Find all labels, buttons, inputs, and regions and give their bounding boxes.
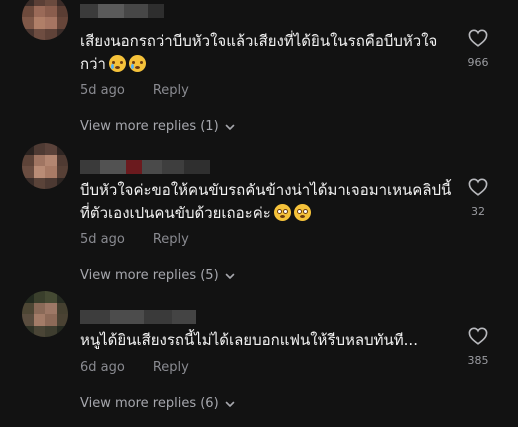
like-count: 966 bbox=[467, 56, 489, 69]
reply-button[interactable]: Reply bbox=[153, 83, 189, 98]
comment-meta: 5d ago Reply bbox=[80, 83, 189, 98]
avatar[interactable] bbox=[22, 0, 68, 40]
avatar[interactable] bbox=[22, 291, 68, 337]
comment-text: เสียงนอกรถว่าบีบหัวใจแล้วเสียงที่ได้ยินใ… bbox=[80, 30, 452, 76]
comment-meta: 6d ago Reply bbox=[80, 360, 189, 375]
chevron-down-icon bbox=[225, 401, 234, 407]
username-blurred[interactable] bbox=[80, 160, 210, 174]
username-blurred[interactable] bbox=[80, 310, 196, 324]
heart-outline-icon[interactable] bbox=[468, 29, 488, 47]
comment-body: หนูได้ยินเสียงรถนี้ไม่ได้เลยบอกแฟนให้รีบ… bbox=[80, 331, 418, 349]
view-more-replies-label: View more replies (1) bbox=[80, 119, 219, 134]
view-more-replies-button[interactable]: View more replies (6) bbox=[80, 396, 235, 411]
comment-meta: 5d ago Reply bbox=[80, 232, 189, 247]
comment-timestamp: 5d ago bbox=[80, 232, 125, 247]
comment-timestamp: 5d ago bbox=[80, 83, 125, 98]
comment-timestamp: 6d ago bbox=[80, 360, 125, 375]
view-more-replies-label: View more replies (6) bbox=[80, 396, 219, 411]
sad-tear-emoji bbox=[108, 55, 126, 72]
chevron-down-icon bbox=[225, 273, 234, 279]
reply-button[interactable]: Reply bbox=[153, 232, 189, 247]
reply-button[interactable]: Reply bbox=[153, 360, 189, 375]
username-blurred[interactable] bbox=[80, 4, 164, 18]
like-count: 32 bbox=[471, 205, 485, 218]
like-count: 385 bbox=[467, 354, 489, 367]
chevron-down-icon bbox=[225, 124, 234, 130]
view-more-replies-button[interactable]: View more replies (1) bbox=[80, 119, 235, 134]
like-control: 385 bbox=[458, 327, 498, 367]
comment-text: หนูได้ยินเสียงรถนี้ไม่ได้เลยบอกแฟนให้รีบ… bbox=[80, 329, 452, 352]
comment-body: บีบหัวใจค่ะขอให้คนขับรถคันข้างน่าได้มาเจ… bbox=[80, 181, 452, 222]
heart-outline-icon[interactable] bbox=[468, 178, 488, 196]
like-control: 32 bbox=[458, 178, 498, 218]
flushed-emoji bbox=[273, 204, 291, 221]
like-control: 966 bbox=[458, 29, 498, 69]
view-more-replies-button[interactable]: View more replies (5) bbox=[80, 268, 235, 283]
view-more-replies-label: View more replies (5) bbox=[80, 268, 219, 283]
comment-text: บีบหัวใจค่ะขอให้คนขับรถคันข้างน่าได้มาเจ… bbox=[80, 179, 452, 225]
heart-outline-icon[interactable] bbox=[468, 327, 488, 345]
flushed-emoji bbox=[293, 204, 311, 221]
avatar[interactable] bbox=[22, 143, 68, 189]
sad-tear-emoji bbox=[128, 55, 146, 72]
